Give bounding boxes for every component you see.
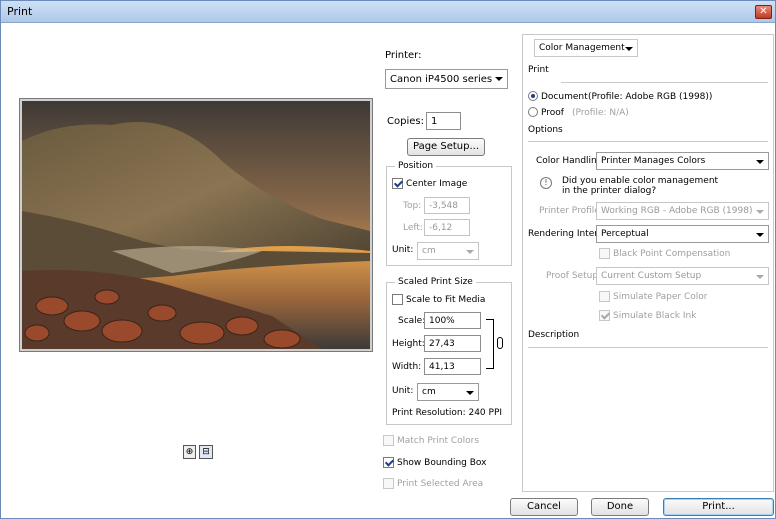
- rendering-intent-select[interactable]: Perceptual: [596, 225, 769, 243]
- proof-setup-label: Proof Setup:: [546, 271, 602, 281]
- done-button[interactable]: Done: [591, 498, 649, 516]
- match-print-colors-checkbox[interactable]: [383, 435, 394, 446]
- document-profile: (Profile: Adobe RGB (1998)): [588, 92, 713, 102]
- copies-label: Copies:: [387, 116, 424, 127]
- link-bracket: [486, 319, 494, 369]
- proof-profile: (Profile: N/A): [572, 108, 629, 118]
- chevron-down-icon: [756, 233, 764, 237]
- center-image-label: Center Image: [406, 179, 468, 189]
- document-radio[interactable]: [528, 91, 538, 101]
- simulate-paper-label: Simulate Paper Color: [613, 292, 708, 302]
- print-button[interactable]: Print...: [663, 498, 774, 516]
- preview-image[interactable]: [22, 101, 370, 349]
- width-label: Width:: [392, 362, 422, 372]
- warning-text-line-2: in the printer dialog?: [562, 186, 657, 196]
- print-resolution: Print Resolution: 240 PPI: [392, 408, 503, 418]
- warning-icon: !: [540, 177, 552, 189]
- scale-to-fit-label: Scale to Fit Media: [406, 295, 486, 305]
- simulate-black-checkbox[interactable]: [599, 310, 610, 321]
- width-input[interactable]: 41,13: [424, 358, 481, 375]
- color-handling-value: Printer Manages Colors: [601, 156, 706, 166]
- chevron-down-icon: [756, 275, 764, 279]
- left-input[interactable]: -6,12: [424, 219, 470, 236]
- print-selected-area-checkbox[interactable]: [383, 478, 394, 489]
- height-label: Height:: [392, 339, 425, 349]
- printer-profile-label: Printer Profile:: [539, 206, 603, 216]
- print-section-header: Print: [528, 65, 549, 75]
- rendering-intent-label: Rendering Intent:: [528, 229, 607, 239]
- position-unit-label: Unit:: [392, 245, 414, 255]
- proof-setup-select[interactable]: Current Custom Setup: [596, 267, 769, 285]
- chevron-down-icon: [466, 391, 474, 395]
- divider: [561, 82, 768, 83]
- print-selected-area-label: Print Selected Area: [397, 479, 484, 489]
- divider: [528, 347, 768, 348]
- top-input[interactable]: -3,548: [424, 197, 470, 214]
- rendering-intent-value: Perceptual: [601, 229, 649, 239]
- preview-fit-icon[interactable]: ⊕: [183, 445, 196, 459]
- simulate-paper-checkbox[interactable]: [599, 291, 610, 302]
- scale-label: Scale:: [398, 316, 426, 326]
- options-section-header: Options: [528, 125, 563, 135]
- chevron-down-icon: [625, 47, 633, 51]
- proof-radio[interactable]: [528, 107, 538, 117]
- color-handling-select[interactable]: Printer Manages Colors: [596, 152, 769, 170]
- simulate-black-label: Simulate Black Ink: [613, 311, 697, 321]
- proof-label: Proof: [541, 108, 564, 118]
- scaled-unit-label: Unit:: [392, 386, 414, 396]
- printer-select[interactable]: Canon iP4500 series: [385, 69, 508, 89]
- top-label: Top:: [403, 201, 422, 211]
- scaled-unit-select[interactable]: cm: [417, 383, 479, 401]
- show-bounding-box-checkbox[interactable]: [383, 457, 394, 468]
- chevron-down-icon: [466, 250, 474, 254]
- page-setup-button[interactable]: Page Setup...: [407, 138, 485, 156]
- left-label: Left:: [403, 223, 423, 233]
- black-point-checkbox[interactable]: [599, 248, 610, 259]
- description-header: Description: [528, 330, 580, 340]
- section-dropdown-value: Color Management: [539, 43, 625, 53]
- preview-frame: [19, 98, 373, 352]
- proof-setup-value: Current Custom Setup: [601, 271, 702, 281]
- printer-label: Printer:: [385, 50, 422, 61]
- window-title: Print: [7, 5, 33, 18]
- chevron-down-icon: [756, 160, 764, 164]
- chevron-down-icon: [495, 77, 503, 81]
- position-unit-value: cm: [422, 246, 436, 256]
- preview-actual-icon[interactable]: ⊟: [199, 445, 213, 459]
- center-image-checkbox[interactable]: [392, 178, 403, 189]
- scaled-print-size-title: Scaled Print Size: [395, 277, 476, 287]
- scale-to-fit-checkbox[interactable]: [392, 294, 403, 305]
- copies-input[interactable]: 1: [426, 112, 461, 130]
- printer-profile-select[interactable]: Working RGB - Adobe RGB (1998): [596, 202, 769, 220]
- close-button[interactable]: ✕: [755, 5, 772, 19]
- warning-text-line-1: Did you enable color management: [562, 176, 719, 186]
- section-dropdown[interactable]: Color Management: [534, 39, 638, 57]
- chain-link-icon: [497, 337, 503, 349]
- print-dialog: Print ✕ ⊕ ⊟ Printer: Canon iP4500 series…: [0, 0, 776, 519]
- cancel-button[interactable]: Cancel: [510, 498, 578, 516]
- divider: [528, 141, 768, 142]
- color-management-panel: [522, 34, 774, 492]
- scaled-unit-value: cm: [422, 387, 436, 397]
- printer-value: Canon iP4500 series: [390, 74, 493, 85]
- chevron-down-icon: [756, 210, 764, 214]
- show-bounding-box-label: Show Bounding Box: [397, 458, 487, 468]
- height-input[interactable]: 27,43: [424, 335, 481, 352]
- match-print-colors-label: Match Print Colors: [397, 436, 480, 446]
- printer-profile-value: Working RGB - Adobe RGB (1998): [601, 206, 753, 216]
- document-label: Document: [541, 92, 588, 102]
- position-title: Position: [395, 161, 437, 171]
- scale-input[interactable]: 100%: [424, 312, 481, 329]
- position-unit-select[interactable]: cm: [417, 242, 479, 260]
- title-bar: Print ✕: [1, 1, 775, 23]
- black-point-label: Black Point Compensation: [613, 249, 731, 259]
